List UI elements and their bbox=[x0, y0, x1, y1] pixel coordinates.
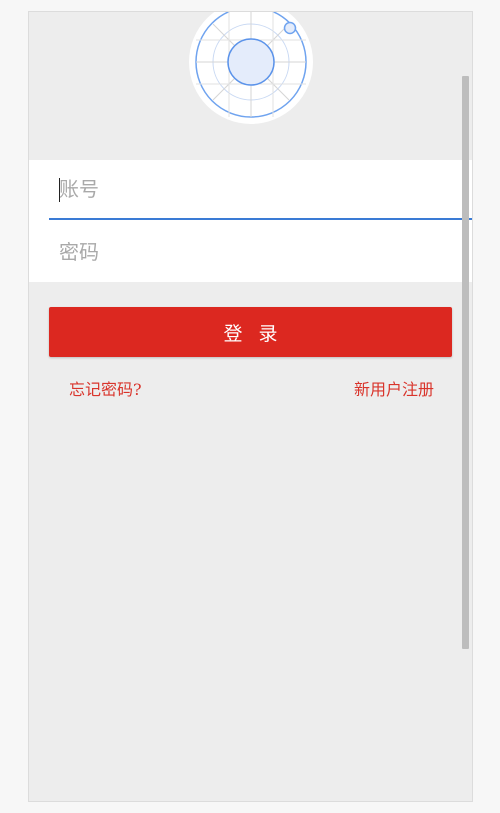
app-logo-icon bbox=[195, 12, 307, 118]
account-input[interactable] bbox=[49, 160, 472, 220]
app-logo bbox=[189, 12, 313, 124]
password-input[interactable] bbox=[49, 222, 472, 282]
forgot-password-link[interactable]: 忘记密码? bbox=[69, 376, 142, 400]
login-button[interactable]: 登录 bbox=[49, 307, 452, 357]
register-link[interactable]: 新用户注册 bbox=[354, 376, 434, 400]
text-cursor bbox=[59, 178, 60, 202]
scrollbar[interactable] bbox=[462, 76, 469, 649]
app-screen: 登录 忘记密码? 新用户注册 bbox=[28, 11, 473, 802]
login-form bbox=[29, 160, 472, 282]
